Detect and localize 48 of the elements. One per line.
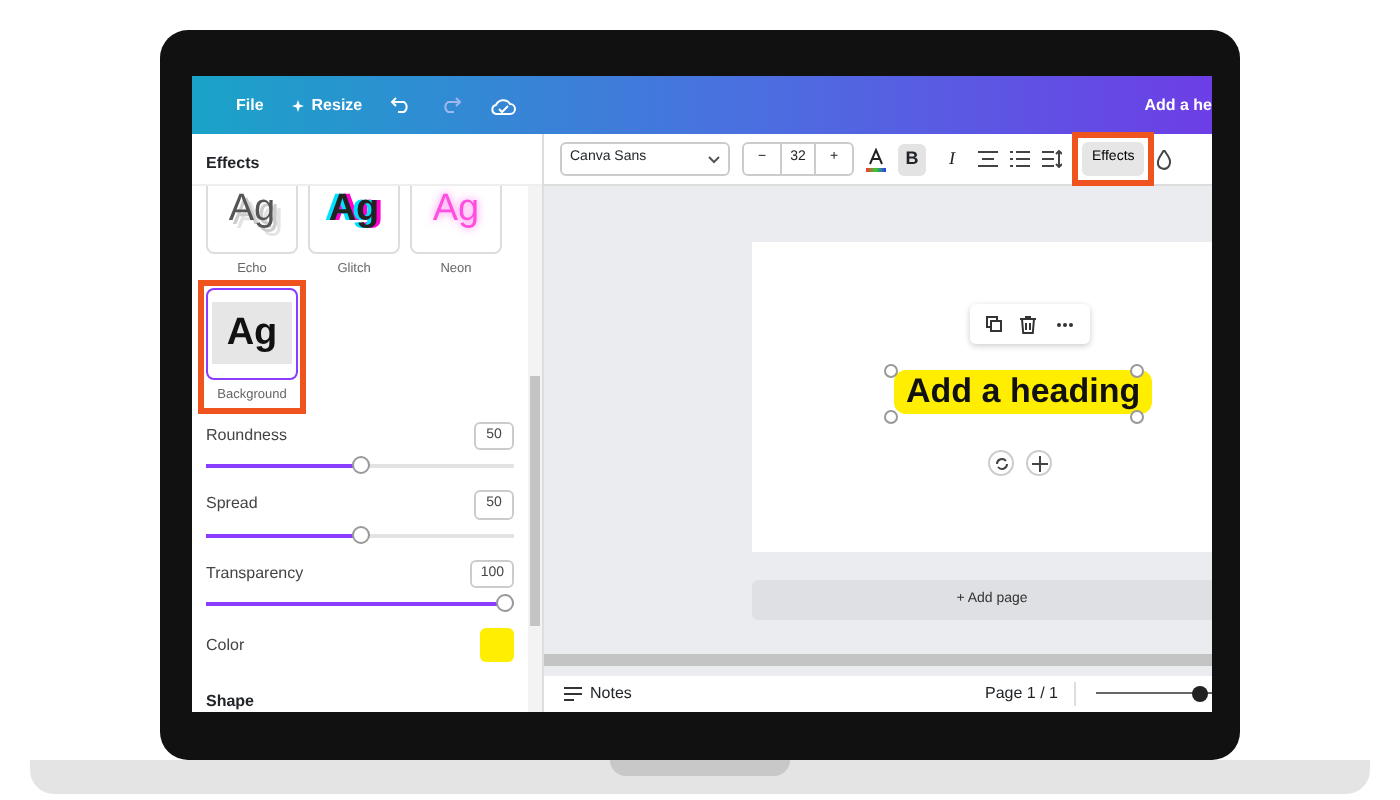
bold-button[interactable]: B bbox=[898, 143, 926, 175]
chevron-down-icon[interactable] bbox=[708, 155, 720, 163]
trash-icon[interactable] bbox=[1020, 315, 1037, 333]
effect-preview: Ag bbox=[212, 302, 292, 365]
slider-track[interactable] bbox=[206, 594, 514, 612]
move-icon[interactable] bbox=[1031, 455, 1047, 471]
rotate-icon[interactable] bbox=[993, 455, 1009, 471]
horizontal-scrollbar[interactable] bbox=[544, 654, 1212, 666]
notes-button[interactable]: Notes bbox=[590, 682, 632, 706]
undo-icon[interactable] bbox=[390, 96, 413, 114]
sparkle-icon[interactable] bbox=[291, 99, 304, 111]
copy-icon[interactable] bbox=[985, 316, 1002, 332]
resize-handle[interactable] bbox=[884, 364, 898, 378]
section-title: Shape bbox=[206, 690, 257, 712]
italic-button[interactable]: I bbox=[938, 143, 966, 175]
paint-drop-icon[interactable] bbox=[1156, 149, 1173, 169]
slider-handle[interactable] bbox=[351, 525, 369, 543]
design-title[interactable]: Add a he bbox=[1144, 93, 1212, 117]
effect-tile[interactable]: Ag bbox=[206, 186, 298, 254]
slider-handle[interactable] bbox=[496, 594, 514, 612]
resize-handle[interactable] bbox=[1130, 410, 1144, 424]
effect-tile[interactable]: Ag bbox=[308, 186, 400, 254]
slider-label: Roundness bbox=[206, 423, 287, 448]
effect-preview: Ag bbox=[228, 189, 276, 227]
slider-label: Transparency bbox=[206, 561, 304, 586]
resize-handle[interactable] bbox=[1130, 364, 1144, 378]
page-indicator: Page 1 / 1 bbox=[985, 682, 1076, 706]
slider-track[interactable] bbox=[206, 456, 514, 474]
zoom-handle[interactable] bbox=[1191, 686, 1207, 702]
effect-preview: Ag bbox=[328, 189, 380, 227]
effect-tile[interactable]: Ag bbox=[206, 287, 298, 380]
effect-preview: Ag bbox=[432, 189, 480, 227]
heading-text[interactable]: Add a heading bbox=[894, 370, 1153, 415]
list-icon[interactable] bbox=[1010, 150, 1030, 168]
notes-icon[interactable] bbox=[564, 686, 582, 702]
more-icon[interactable] bbox=[1056, 321, 1075, 327]
cloud-check-icon[interactable] bbox=[490, 95, 517, 115]
slider-label: Spread bbox=[206, 492, 258, 517]
color-label: Color bbox=[206, 633, 245, 657]
slider-handle[interactable] bbox=[351, 456, 369, 474]
line-spacing-icon[interactable] bbox=[1042, 150, 1062, 168]
zoom-slider[interactable] bbox=[1096, 686, 1212, 702]
resize-handle[interactable] bbox=[884, 410, 898, 424]
align-center-icon[interactable] bbox=[978, 150, 998, 168]
text-color-icon[interactable] bbox=[866, 147, 886, 171]
scrollbar[interactable] bbox=[528, 186, 542, 712]
color-swatch[interactable] bbox=[480, 628, 514, 662]
slider-track[interactable] bbox=[206, 525, 514, 543]
